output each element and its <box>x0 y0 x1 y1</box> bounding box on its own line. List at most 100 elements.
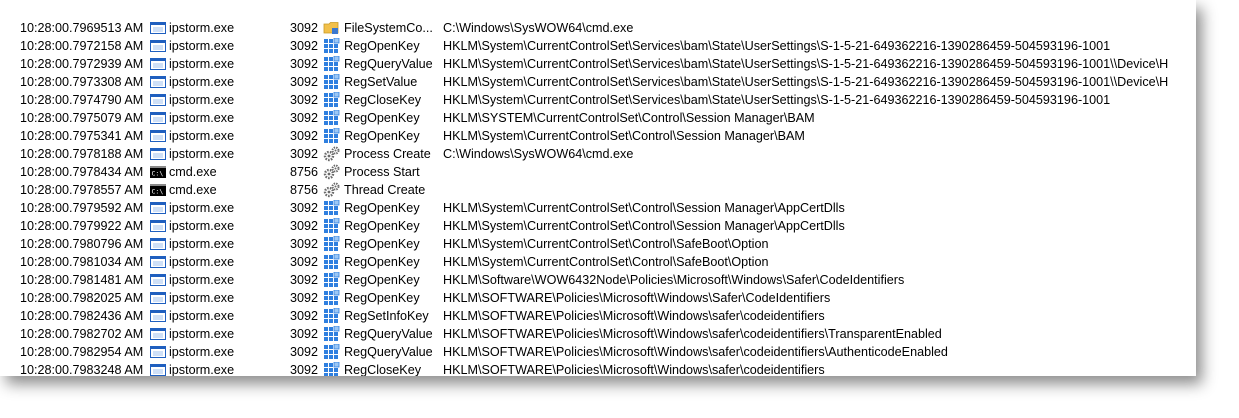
process-name-cell: ipstorm.exe <box>169 147 235 161</box>
time-of-day-cell: 10:28:00.7980796 AM <box>20 237 144 251</box>
operation-cell: RegOpenKey <box>344 111 420 125</box>
table-row[interactable]: 10:28:00.7983248 AM ipstorm.exe 3092 RegClo… <box>0 361 1196 376</box>
time-of-day-cell: 10:28:00.7978557 AM <box>20 183 144 197</box>
process-name-cell: ipstorm.exe <box>169 273 235 287</box>
table-row[interactable]: 10:28:00.7981481 AM ipstorm.exe 3092 RegOpe… <box>0 271 1196 289</box>
time-of-day-cell: 10:28:00.7972939 AM <box>20 57 144 71</box>
operation-cell: RegOpenKey <box>344 201 420 215</box>
registry-icon <box>323 254 340 270</box>
table-row[interactable]: 10:28:00.7978188 AM ipstorm.exe 3092 Proces… <box>0 145 1196 163</box>
process-name-cell: ipstorm.exe <box>169 111 235 125</box>
pid-cell: 3092 <box>290 111 319 125</box>
time-of-day-cell: 10:28:00.7979922 AM <box>20 219 144 233</box>
process-name-cell: ipstorm.exe <box>169 21 235 35</box>
pid-cell: 3092 <box>290 201 319 215</box>
process-name-cell: ipstorm.exe <box>169 345 235 359</box>
pid-cell: 3092 <box>290 57 319 71</box>
table-row[interactable]: 10:28:00.7972158 AM ipstorm.exe 3092 RegOpe… <box>0 37 1196 55</box>
exe-icon <box>150 130 166 142</box>
pid-cell: 3092 <box>290 147 319 161</box>
table-row[interactable]: 10:28:00.7982702 AM ipstorm.exe 3092 RegQue… <box>0 325 1196 343</box>
gears-icon <box>323 164 340 180</box>
process-name-cell: ipstorm.exe <box>169 129 235 143</box>
pid-cell: 3092 <box>290 273 319 287</box>
process-name-cell: ipstorm.exe <box>169 291 235 305</box>
exe-icon <box>150 94 166 106</box>
registry-icon <box>323 272 340 288</box>
table-row[interactable]: 10:28:00.7981034 AM ipstorm.exe 3092 RegOpe… <box>0 253 1196 271</box>
registry-icon <box>323 344 340 360</box>
operation-cell: RegCloseKey <box>344 363 422 376</box>
time-of-day-cell: 10:28:00.7974790 AM <box>20 93 144 107</box>
pid-cell: 3092 <box>290 93 319 107</box>
path-cell: HKLM\System\CurrentControlSet\Control\Sa… <box>443 255 769 269</box>
registry-icon <box>323 308 340 324</box>
operation-cell: Process Create <box>344 147 431 161</box>
process-name-cell: ipstorm.exe <box>169 219 235 233</box>
process-name-cell: ipstorm.exe <box>169 93 235 107</box>
table-row[interactable]: 10:28:00.7973308 AM ipstorm.exe 3092 RegSet… <box>0 73 1196 91</box>
pid-cell: 3092 <box>290 255 319 269</box>
exe-icon <box>150 256 166 268</box>
table-row[interactable]: 10:28:00.7975079 AM ipstorm.exe 3092 RegOpe… <box>0 109 1196 127</box>
process-name-cell: cmd.exe <box>169 183 217 197</box>
table-row[interactable]: 10:28:00.7969513 AM ipstorm.exe 3092 FileSy… <box>0 19 1196 37</box>
path-cell: HKLM\System\CurrentControlSet\Control\Sa… <box>443 237 769 251</box>
path-cell: HKLM\SOFTWARE\Policies\Microsoft\Windows… <box>443 309 825 323</box>
registry-icon <box>323 290 340 306</box>
table-row[interactable]: 10:28:00.7979922 AM ipstorm.exe 3092 RegOpe… <box>0 217 1196 235</box>
table-row[interactable]: 10:28:00.7980796 AM ipstorm.exe 3092 RegOpe… <box>0 235 1196 253</box>
registry-icon <box>323 236 340 252</box>
exe-icon <box>150 346 166 358</box>
pid-cell: 3092 <box>290 75 319 89</box>
path-cell: HKLM\System\CurrentControlSet\Services\b… <box>443 39 1111 53</box>
time-of-day-cell: 10:28:00.7978188 AM <box>20 147 144 161</box>
console-icon: C:\ <box>150 166 166 178</box>
table-row[interactable]: 10:28:00.7982436 AM ipstorm.exe 3092 RegSet… <box>0 307 1196 325</box>
operation-cell: RegOpenKey <box>344 39 420 53</box>
table-row[interactable]: 10:28:00.7975341 AM ipstorm.exe 3092 RegOpe… <box>0 127 1196 145</box>
path-cell: HKLM\System\CurrentControlSet\Control\Se… <box>443 219 845 233</box>
operation-cell: RegQueryValue <box>344 345 433 359</box>
exe-icon <box>150 238 166 250</box>
pid-cell: 3092 <box>290 363 319 376</box>
process-name-cell: ipstorm.exe <box>169 39 235 53</box>
time-of-day-cell: 10:28:00.7973308 AM <box>20 75 144 89</box>
registry-icon <box>323 38 340 54</box>
operation-cell: Thread Create <box>344 183 426 197</box>
exe-icon <box>150 274 166 286</box>
registry-icon <box>323 326 340 342</box>
time-of-day-cell: 10:28:00.7982436 AM <box>20 309 144 323</box>
exe-icon <box>150 220 166 232</box>
table-row[interactable]: 10:28:00.7978557 AM C:\ cmd.exe 8756 Thread … <box>0 181 1196 199</box>
table-row[interactable]: 10:28:00.7978434 AM C:\ cmd.exe 8756 Process… <box>0 163 1196 181</box>
procmon-event-list: 10:28:00.7969513 AM ipstorm.exe 3092 FileSy… <box>0 0 1196 376</box>
pid-cell: 3092 <box>290 21 319 35</box>
path-cell: C:\Windows\SysWOW64\cmd.exe <box>443 21 634 35</box>
time-of-day-cell: 10:28:00.7982702 AM <box>20 327 144 341</box>
table-row[interactable]: 10:28:00.7982954 AM ipstorm.exe 3092 RegQue… <box>0 343 1196 361</box>
registry-icon <box>323 362 340 376</box>
path-cell: HKLM\System\CurrentControlSet\Control\Se… <box>443 129 805 143</box>
exe-icon <box>150 58 166 70</box>
time-of-day-cell: 10:28:00.7983248 AM <box>20 363 144 376</box>
process-name-cell: ipstorm.exe <box>169 309 235 323</box>
table-row[interactable]: 10:28:00.7979592 AM ipstorm.exe 3092 RegOpe… <box>0 199 1196 217</box>
table-row[interactable]: 10:28:00.7982025 AM ipstorm.exe 3092 RegOpe… <box>0 289 1196 307</box>
table-row[interactable]: 10:28:00.7972939 AM ipstorm.exe 3092 RegQue… <box>0 55 1196 73</box>
exe-icon <box>150 40 166 52</box>
table-row[interactable]: 10:28:00.7974790 AM ipstorm.exe 3092 RegClo… <box>0 91 1196 109</box>
operation-cell: FileSystemCo... <box>344 21 433 35</box>
time-of-day-cell: 10:28:00.7978434 AM <box>20 165 144 179</box>
registry-icon <box>323 110 340 126</box>
operation-cell: RegOpenKey <box>344 273 420 287</box>
exe-icon <box>150 112 166 124</box>
time-of-day-cell: 10:28:00.7981034 AM <box>20 255 144 269</box>
exe-icon <box>150 202 166 214</box>
path-cell: HKLM\SOFTWARE\Policies\Microsoft\Windows… <box>443 345 948 359</box>
pid-cell: 3092 <box>290 129 319 143</box>
console-icon: C:\ <box>150 184 166 196</box>
registry-icon <box>323 92 340 108</box>
pid-cell: 3092 <box>290 291 319 305</box>
exe-icon <box>150 148 166 160</box>
